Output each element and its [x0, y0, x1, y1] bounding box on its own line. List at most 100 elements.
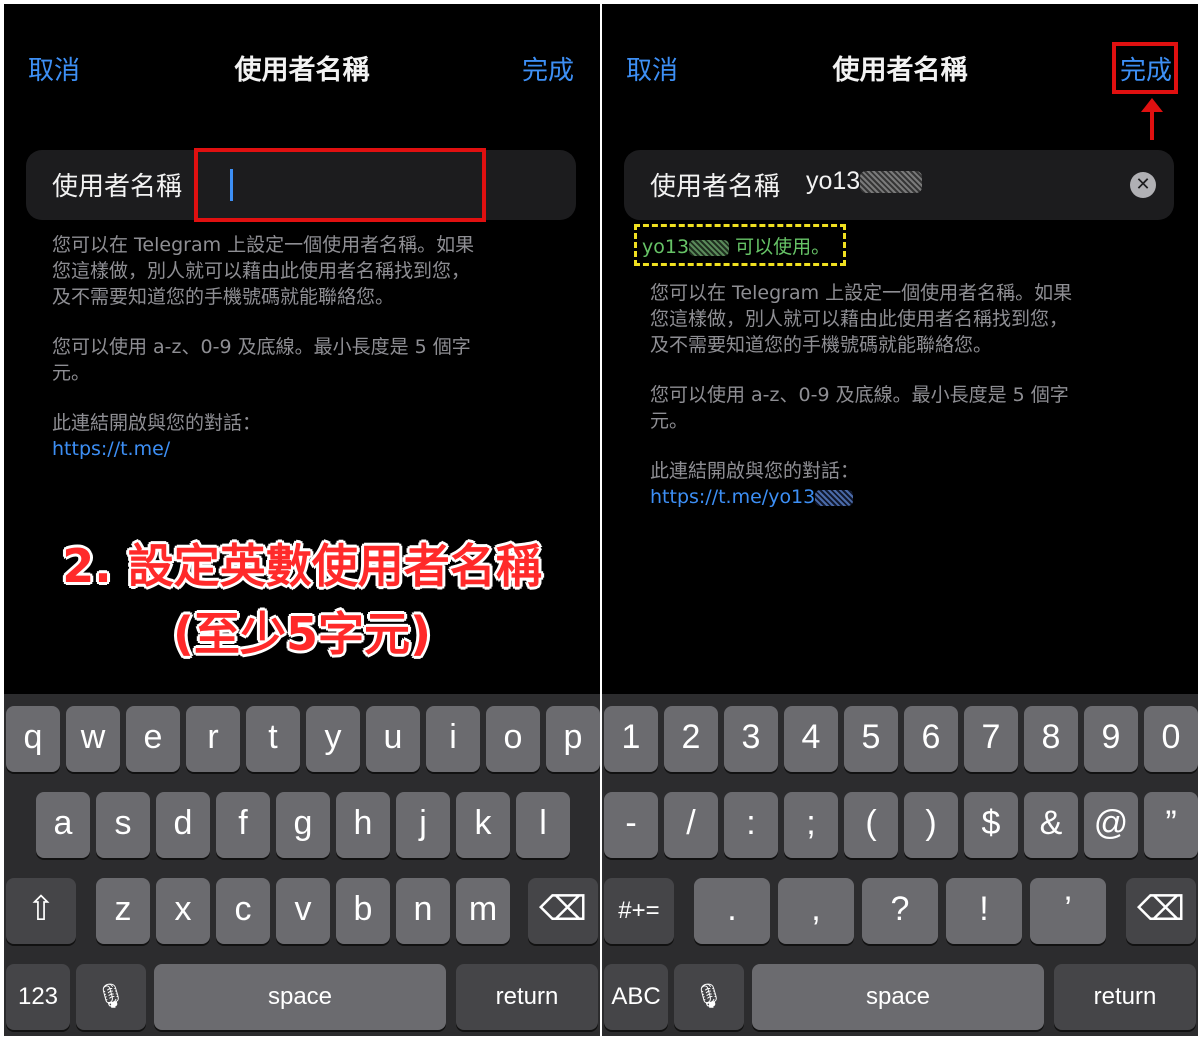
key-7[interactable]: 7 [964, 706, 1018, 772]
key-symbol[interactable]: ( [844, 792, 898, 858]
key-0[interactable]: 0 [1144, 706, 1198, 772]
key-symbol[interactable]: $ [964, 792, 1018, 858]
username-field-label: 使用者名稱 [52, 172, 183, 202]
profile-link[interactable]: https://t.me/yo13 [650, 484, 1130, 510]
key-x[interactable]: x [156, 878, 210, 944]
microphone-icon[interactable]: 🎙 [76, 964, 146, 1030]
shift-icon[interactable]: ⇧ [6, 878, 76, 944]
annotation-line-1: 2. 設定英數使用者名稱 [62, 539, 542, 593]
key-f[interactable]: f [216, 792, 270, 858]
key-b[interactable]: b [336, 878, 390, 944]
right-screenshot: 取消 使用者名稱 完成 使用者名稱 yo13 ✕ yo13 可以使用。 您可以在… [602, 4, 1198, 1036]
key-symbol[interactable]: ” [1144, 792, 1198, 858]
username-value: yo13 [806, 167, 923, 196]
key-5[interactable]: 5 [844, 706, 898, 772]
done-button[interactable]: 完成 [522, 50, 574, 87]
key-symbol[interactable]: - [604, 792, 658, 858]
key-h[interactable]: h [336, 792, 390, 858]
highlight-done-box [1112, 42, 1178, 94]
key-r[interactable]: r [186, 706, 240, 772]
page-title: 使用者名稱 [832, 55, 968, 86]
key-symbol[interactable]: ; [784, 792, 838, 858]
link-label: 此連結開啟與您的對話： [650, 460, 860, 482]
key-symbol[interactable]: @ [1084, 792, 1138, 858]
availability-message: yo13 可以使用。 [642, 232, 830, 259]
key-s[interactable]: s [96, 792, 150, 858]
backspace-icon[interactable]: ⌫ [1126, 878, 1196, 944]
username-field-label: 使用者名稱 [650, 172, 781, 202]
key-punctuation[interactable]: ! [946, 878, 1022, 944]
hint-line: 您可以使用 a-z、0-9 及底線。最小長度是 5 個字 [52, 336, 471, 358]
key-symbol[interactable]: & [1024, 792, 1078, 858]
blurred-text [815, 489, 854, 506]
space-key[interactable]: space [752, 964, 1044, 1030]
profile-link[interactable]: https://t.me/ [52, 436, 532, 462]
key-symbol[interactable]: : [724, 792, 778, 858]
backspace-icon[interactable]: ⌫ [528, 878, 598, 944]
hint-paragraph-1: 您可以在 Telegram 上設定一個使用者名稱。如果 您這樣做，別人就可以藉由… [650, 280, 1130, 358]
key-symbol[interactable]: / [664, 792, 718, 858]
key-c[interactable]: c [216, 878, 270, 944]
key-k[interactable]: k [456, 792, 510, 858]
hint-line: 您可以在 Telegram 上設定一個使用者名稱。如果 [650, 282, 1073, 304]
symbols-mode-key[interactable]: #+= [604, 878, 674, 944]
key-p[interactable]: p [546, 706, 600, 772]
key-punctuation[interactable]: , [778, 878, 854, 944]
microphone-icon[interactable]: 🎙 [674, 964, 744, 1030]
page-title: 使用者名稱 [234, 55, 370, 86]
letters-mode-key[interactable]: ABC [604, 964, 668, 1030]
key-o[interactable]: o [486, 706, 540, 772]
key-i[interactable]: i [426, 706, 480, 772]
key-e[interactable]: e [126, 706, 180, 772]
key-g[interactable]: g [276, 792, 330, 858]
hint-line: 您可以在 Telegram 上設定一個使用者名稱。如果 [52, 234, 475, 256]
nav-bar: 取消 使用者名稱 完成 [602, 4, 1198, 134]
availability-status: 可以使用。 [735, 236, 831, 258]
annotation-line-2: (至少5字元) [172, 607, 432, 661]
key-n[interactable]: n [396, 878, 450, 944]
key-q[interactable]: q [6, 706, 60, 772]
key-6[interactable]: 6 [904, 706, 958, 772]
key-punctuation[interactable]: . [694, 878, 770, 944]
hint-line: 元。 [650, 410, 689, 432]
key-m[interactable]: m [456, 878, 510, 944]
key-z[interactable]: z [96, 878, 150, 944]
return-key[interactable]: return [1054, 964, 1196, 1030]
return-key[interactable]: return [456, 964, 598, 1030]
key-1[interactable]: 1 [604, 706, 658, 772]
key-symbol[interactable]: ) [904, 792, 958, 858]
key-8[interactable]: 8 [1024, 706, 1078, 772]
arrow-up-icon [1141, 98, 1163, 140]
hint-line: 您這樣做，別人就可以藉由此使用者名稱找到您， [650, 308, 1069, 330]
key-4[interactable]: 4 [784, 706, 838, 772]
hint-line: 您可以使用 a-z、0-9 及底線。最小長度是 5 個字 [650, 384, 1069, 406]
hint-line: 及不需要知道您的手機號碼就能聯絡您。 [650, 334, 993, 356]
hint-line: 您這樣做，別人就可以藉由此使用者名稱找到您， [52, 260, 471, 282]
letter-keyboard: q w e r t y u i o p a s d f g h j k l ⇧ z x c v b n m ⌫ 123 🎙 space ret… [4, 694, 600, 1036]
key-a[interactable]: a [36, 792, 90, 858]
key-punctuation[interactable]: ? [862, 878, 938, 944]
numbers-mode-key[interactable]: 123 [6, 964, 70, 1030]
left-screenshot: 取消 使用者名稱 完成 使用者名稱 您可以在 Telegram 上設定一個使用者… [4, 4, 600, 1036]
key-d[interactable]: d [156, 792, 210, 858]
key-u[interactable]: u [366, 706, 420, 772]
key-v[interactable]: v [276, 878, 330, 944]
key-punctuation[interactable]: ’ [1030, 878, 1106, 944]
blurred-text [689, 239, 730, 256]
key-2[interactable]: 2 [664, 706, 718, 772]
key-w[interactable]: w [66, 706, 120, 772]
link-label: 此連結開啟與您的對話： [52, 412, 262, 434]
space-key[interactable]: space [154, 964, 446, 1030]
key-9[interactable]: 9 [1084, 706, 1138, 772]
link-section: 此連結開啟與您的對話： https://t.me/yo13 [650, 458, 1130, 510]
key-l[interactable]: l [516, 792, 570, 858]
key-y[interactable]: y [306, 706, 360, 772]
key-j[interactable]: j [396, 792, 450, 858]
username-value-text: yo13 [806, 167, 861, 195]
profile-link-text: https://t.me/yo13 [650, 486, 816, 508]
number-keyboard: 1 2 3 4 5 6 7 8 9 0 - /:;() $ & @” #+=.,?!’ ⌫ ABC 🎙 space re… [602, 694, 1198, 1036]
username-field[interactable]: 使用者名稱 yo13 ✕ [624, 150, 1174, 220]
key-3[interactable]: 3 [724, 706, 778, 772]
key-t[interactable]: t [246, 706, 300, 772]
clear-icon[interactable]: ✕ [1130, 172, 1156, 198]
